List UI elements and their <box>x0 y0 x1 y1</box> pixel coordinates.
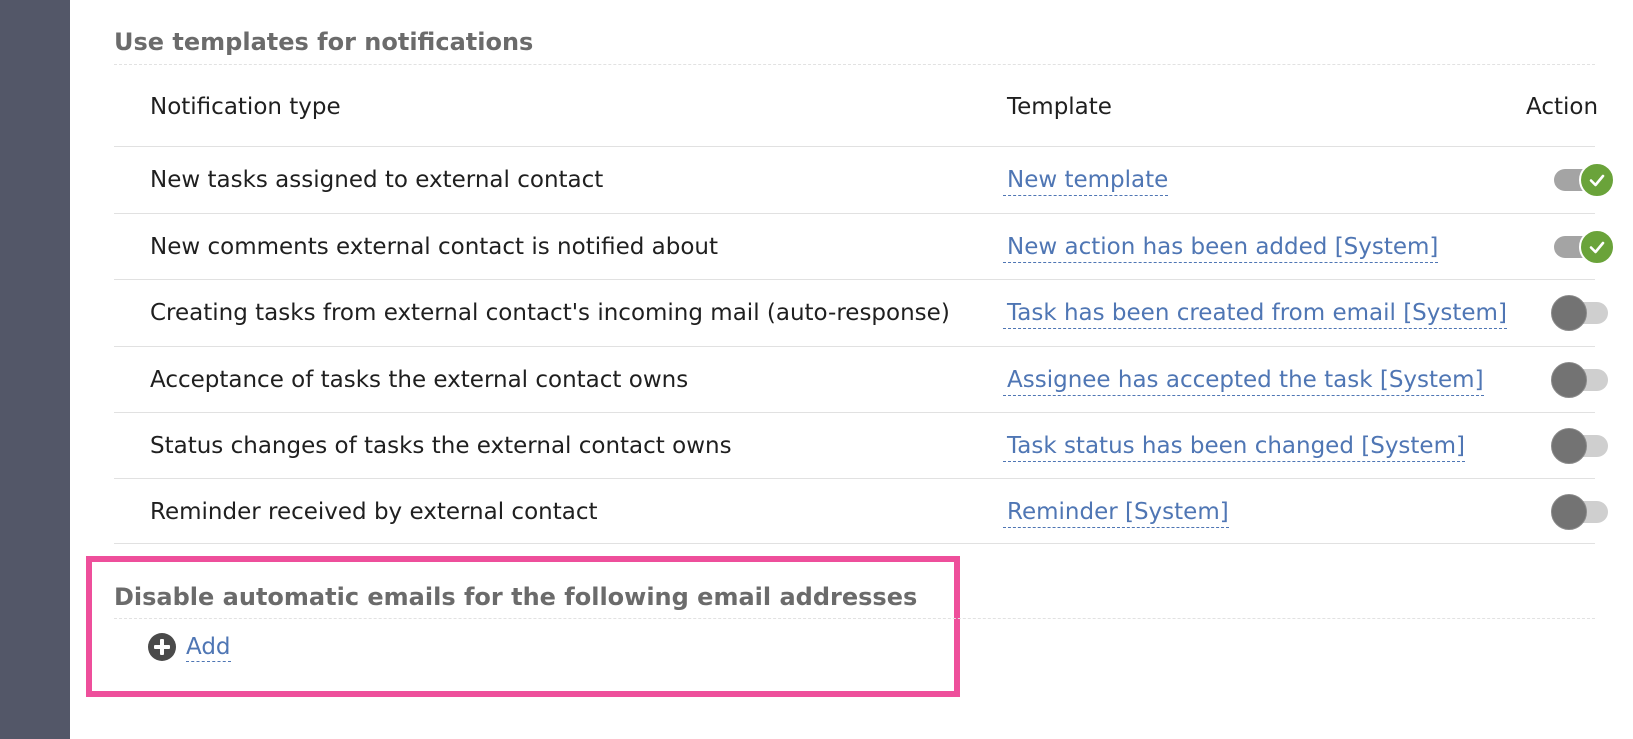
column-header-notification-type: Notification type <box>150 94 341 120</box>
notification-toggle[interactable] <box>1554 229 1615 265</box>
section-divider <box>114 618 1595 619</box>
template-link[interactable]: Task status has been changed [System] <box>1003 431 1465 462</box>
notification-toggle[interactable] <box>1551 428 1610 464</box>
notification-toggle[interactable] <box>1551 362 1610 398</box>
toggle-knob <box>1551 295 1587 331</box>
notification-toggle[interactable] <box>1551 494 1610 530</box>
toggle-knob <box>1551 362 1587 398</box>
template-link[interactable]: Reminder [System] <box>1003 497 1229 528</box>
check-icon <box>1589 174 1605 187</box>
add-label: Add <box>186 633 231 662</box>
toggle-knob <box>1551 494 1587 530</box>
notification-type-label: Status changes of tasks the external con… <box>150 433 732 459</box>
templates-section-title: Use templates for notifications <box>114 28 534 56</box>
notification-type-label: Acceptance of tasks the external contact… <box>150 367 689 393</box>
template-link[interactable]: New action has been added [System] <box>1003 232 1439 263</box>
table-row: New comments external contact is notifie… <box>114 214 1615 280</box>
template-link[interactable]: New template <box>1003 165 1169 196</box>
left-sidebar <box>0 0 70 739</box>
plus-circle-icon <box>148 633 176 661</box>
highlight-frame <box>86 556 960 697</box>
column-header-template: Template <box>1007 94 1112 120</box>
table-row: Status changes of tasks the external con… <box>114 413 1608 479</box>
notification-toggle[interactable] <box>1554 162 1615 198</box>
check-icon <box>1589 241 1605 254</box>
row-divider <box>114 543 1595 544</box>
toggle-knob <box>1579 162 1615 198</box>
template-link[interactable]: Task has been created from email [System… <box>1003 298 1507 329</box>
add-email-button[interactable]: Add <box>148 630 231 664</box>
column-header-action: Action <box>1526 94 1599 120</box>
table-row: Acceptance of tasks the external contact… <box>114 347 1608 413</box>
toggle-knob <box>1551 428 1587 464</box>
table-row: New tasks assigned to external contact N… <box>114 147 1615 213</box>
template-link[interactable]: Assignee has accepted the task [System] <box>1003 365 1484 396</box>
table-row: Creating tasks from external contact's i… <box>114 280 1608 346</box>
notification-type-label: Reminder received by external contact <box>150 499 598 525</box>
notification-type-label: Creating tasks from external contact's i… <box>150 300 950 326</box>
toggle-knob <box>1579 229 1615 265</box>
notification-toggle[interactable] <box>1551 295 1610 331</box>
notification-type-label: New comments external contact is notifie… <box>150 234 719 260</box>
table-row: Reminder received by external contact Re… <box>114 479 1608 545</box>
section-divider <box>114 64 1595 65</box>
disable-emails-section-title: Disable automatic emails for the followi… <box>114 583 918 611</box>
notification-type-label: New tasks assigned to external contact <box>150 167 604 193</box>
